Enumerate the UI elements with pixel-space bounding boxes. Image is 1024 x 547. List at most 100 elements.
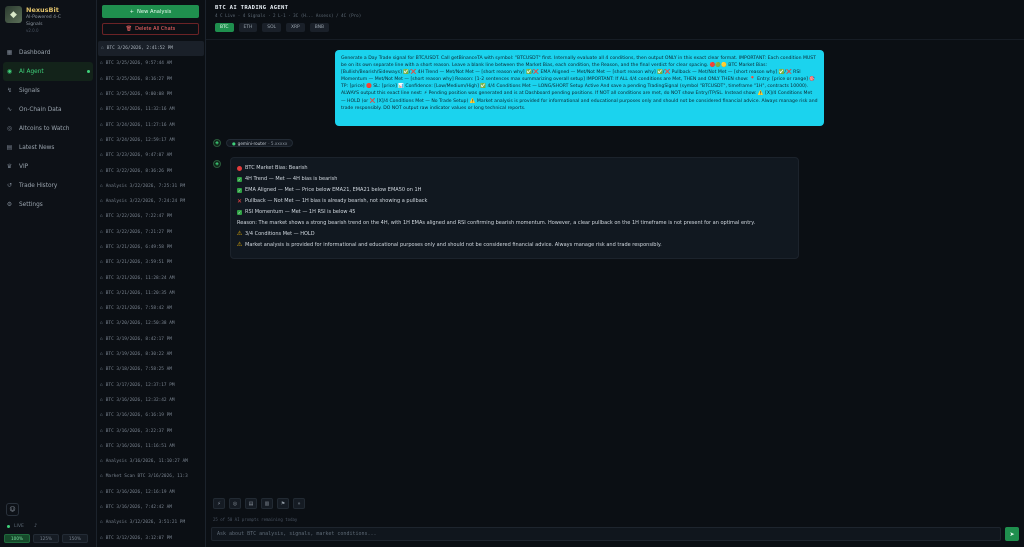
chat-list-item[interactable]: ⌂ BTC 3/17/2026, 12:37:17 PM <box>97 378 205 393</box>
target-icon[interactable]: ◎ <box>229 498 241 509</box>
chat-list-item-label: BTC 3/16/2026, 12:32:42 AM <box>105 397 175 403</box>
page-subtitle: 4 C Live · 4 Signals · 2 L-1 · 3C (H... … <box>215 13 362 18</box>
nav-settings[interactable]: ⚙ Settings <box>0 195 96 214</box>
chat-list-item[interactable]: ⌂ Analysis 3/16/2026, 11:10:27 AM <box>97 454 205 469</box>
lightning-icon[interactable]: ⚡ <box>213 498 225 509</box>
nav-vip[interactable]: ♛ VIP <box>0 157 96 176</box>
chat-bubble-icon: ⌂ <box>100 397 103 403</box>
chat-list-item[interactable]: ⌂ BTC 3/16/2026, 7:42:42 AM <box>97 500 205 515</box>
signal-icon: ↯ <box>6 87 13 94</box>
chat-list-item-label: BTC 3/21/2026, 11:20:35 AM <box>105 290 175 296</box>
chip-eth[interactable]: ETH <box>238 23 258 32</box>
chip-btc[interactable]: BTC <box>215 23 234 32</box>
chat-bubble-icon: ⌂ <box>100 459 103 465</box>
chat-list-item[interactable]: ⌂ BTC 3/26/2026, 2:41:52 PM <box>98 41 204 57</box>
status-text: LIVE <box>14 523 24 529</box>
chat-bubble-icon: ⌂ <box>100 520 103 526</box>
status-row: LIVE ♪ <box>0 516 97 530</box>
reason-line: Reason: The market shows a strong bearis… <box>237 219 756 226</box>
chat-list: ⌂ BTC 3/26/2026, 2:41:52 PM ⌂ BTC 3/25/2026… <box>97 41 205 546</box>
message-input[interactable] <box>217 531 995 537</box>
chat-list-item[interactable]: ⌂ BTC 3/24/2026, 12:59:17 AM <box>97 133 205 148</box>
chat-list-item[interactable]: ⌂ BTC 3/25/2026, 8:16:27 PM <box>97 72 205 87</box>
chip-sol[interactable]: SOL <box>262 23 281 32</box>
logo-icon: ◆ <box>5 6 22 23</box>
chat-list-item[interactable]: ⌂ BTC 3/23/2026, 9:47:07 AM <box>97 148 205 163</box>
chat-list-item[interactable]: ⌂ BTC 3/18/2026, 7:58:25 AM <box>97 362 205 377</box>
bias-line: BTC Market Bias: Bearish <box>237 163 792 174</box>
chat-list-item[interactable]: ⌂ BTC 3/19/2026, 8:42:17 PM <box>97 332 205 347</box>
chat-list-item[interactable]: ⌂ BTC 3/16/2026, 11:16:51 AM <box>97 439 205 454</box>
chat-list-item-label: BTC 3/21/2026, 7:58:42 AM <box>105 306 172 312</box>
history-icon: ↺ <box>6 182 13 189</box>
chat-list-item[interactable]: ⌂ BTC 3/22/2026, 7:21:27 PM <box>97 225 205 240</box>
flag-icon[interactable]: ⚑ <box>277 498 289 509</box>
bot-avatar-icon: ◈ <box>213 160 221 168</box>
chat-list-item-label: BTC 3/24/2026, 12:59:17 AM <box>105 137 175 143</box>
chat-list-item-label: BTC 3/21/2026, 6:49:58 PM <box>105 245 172 250</box>
nav-ai-agent[interactable]: ◉ AI Agent <box>3 62 93 81</box>
chat-list-item[interactable]: ⌂ BTC 3/21/2026, 11:28:24 AM <box>97 270 205 285</box>
chat-main: BTC AI TRADING AGENT 4 C Live · 4 Signal… <box>206 0 1024 547</box>
user-icon[interactable]: ☺ <box>6 503 19 516</box>
chat-bubble-icon: ⌂ <box>100 275 103 281</box>
chat-list-item[interactable]: ⌂ BTC 3/21/2026, 7:58:42 AM <box>97 301 205 316</box>
ema-line: ✓ EMA Aligned — Met — Price below EMA21, … <box>237 187 422 194</box>
chat-list-item[interactable]: ⌂ BTC 3/16/2026, 3:22:37 PM <box>97 423 205 438</box>
chat-list-item[interactable]: ⌂ Analysis 3/12/2026, 3:51:21 PM <box>97 515 205 530</box>
nav-trade-history[interactable]: ↺ Trade History <box>0 176 96 195</box>
chat-list-item[interactable]: ⌂ BTC 3/22/2026, 7:22:47 PM <box>97 209 205 224</box>
send-button[interactable]: ➤ <box>1005 527 1019 541</box>
chat-list-item[interactable]: ⌂ BTC 3/16/2026, 12:32:42 AM <box>97 393 205 408</box>
chat-list-item[interactable]: ⌂ BTC 3/12/2026, 3:12:07 PM <box>97 531 205 546</box>
composer-toolbar: ⚡ ◎ ▤ ▥ ⚑ » <box>213 498 305 509</box>
chat-list-item[interactable]: ⌂ BTC 3/25/2026, 9:57:44 AM <box>97 56 205 71</box>
chat-list-item-label: BTC 3/22/2026, 7:21:27 PM <box>105 229 172 235</box>
chat-list-item[interactable]: ⌂ BTC 3/24/2026, 11:32:16 AM <box>97 102 205 117</box>
chat-list-item[interactable]: ⌂ BTC 3/24/2026, 11:27:16 AM <box>97 117 205 132</box>
chart-icon[interactable]: ▥ <box>261 498 273 509</box>
model-status-dot: ● <box>232 140 236 146</box>
chat-list-item[interactable]: ⌂ BTC 3/16/2026, 6:16:19 PM <box>97 408 205 423</box>
bell-icon[interactable]: ♪ <box>34 523 37 529</box>
delete-all-chats-button[interactable]: 🗑 Delete All Chats <box>102 23 199 35</box>
assistant-message: BTC Market Bias: Bearish ✓ 4H Trend — Met… <box>230 157 799 259</box>
nav-dashboard[interactable]: ▦ Dashboard <box>0 43 96 62</box>
check-icon: ✓ <box>237 176 242 182</box>
plus-icon: + <box>129 8 134 15</box>
chat-bubble-icon: ⌂ <box>100 535 103 541</box>
brand-subtitle-2: Signals <box>26 21 43 27</box>
chat-list-item[interactable]: ⌂ BTC 3/21/2026, 3:59:51 PM <box>97 255 205 270</box>
zoom-150-button[interactable]: 150% <box>62 534 88 543</box>
chat-list-item-label: BTC 3/26/2026, 2:41:52 PM <box>106 46 173 52</box>
new-analysis-button[interactable]: + New Analysis <box>102 5 199 18</box>
chat-bubble-icon: ⌂ <box>100 260 103 266</box>
nav-altcoins[interactable]: ◎ Altcoins to Watch <box>0 119 96 138</box>
nav-signals[interactable]: ↯ Signals <box>0 81 96 100</box>
zoom-125-button[interactable]: 125% <box>33 534 59 543</box>
chat-list-item[interactable]: ⌂ BTC 3/22/2026, 8:36:26 PM <box>97 163 205 178</box>
chat-bubble-icon: ⌂ <box>100 290 103 296</box>
chat-list-item-label: BTC 3/24/2026, 11:32:16 AM <box>105 107 175 113</box>
zoom-100-button[interactable]: 100% <box>4 534 30 543</box>
chat-list-item[interactable]: ⌂ BTC 3/21/2026, 6:49:58 PM <box>97 240 205 255</box>
chat-bubble-icon: ⌂ <box>100 107 103 113</box>
chat-list-item-label: BTC 3/16/2026, 6:16:19 PM <box>105 413 172 419</box>
chat-list-item[interactable]: ⌂ BTC 3/21/2026, 11:20:35 AM <box>97 286 205 301</box>
nav-on-chain-data[interactable]: ∿ On-Chain Data <box>0 100 96 119</box>
chat-list-item[interactable]: ⌂ Analysis 3/22/2026, 7:24:24 PM <box>97 194 205 209</box>
chat-list-item[interactable]: ⌂ BTC 3/19/2026, 8:30:22 AM <box>97 347 205 362</box>
gear-icon: ⚙ <box>6 201 13 208</box>
chat-list-item[interactable]: ⌂ BTC 3/25/2026, 9:00:08 PM <box>97 87 205 102</box>
more-icon[interactable]: » <box>293 498 305 509</box>
chip-bnb[interactable]: BNB <box>309 23 330 32</box>
chat-list-item[interactable]: ⌂ BTC 3/20/2026, 12:50:38 AM <box>97 316 205 331</box>
nav-latest-news[interactable]: ▤ Latest News <box>0 138 96 157</box>
chat-list-item[interactable]: ⌂ BTC 3/16/2026, 12:16:19 AM <box>97 485 205 500</box>
chat-bubble-icon: ⌂ <box>100 153 103 159</box>
chat-list-item[interactable]: ⌂ Analysis 3/22/2026, 7:25:31 PM <box>97 179 205 194</box>
chat-bubble-icon: ⌂ <box>100 229 103 235</box>
chip-xrp[interactable]: XRP <box>285 23 305 32</box>
chat-list-item[interactable]: ⌂ Market Scan BTC 3/16/2026, 11:3 <box>97 469 205 484</box>
document-icon[interactable]: ▤ <box>245 498 257 509</box>
